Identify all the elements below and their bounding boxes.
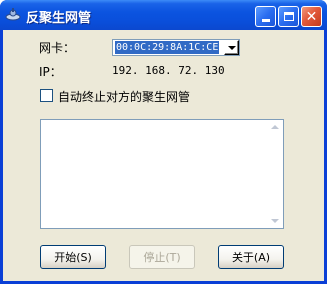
close-button[interactable]: ✕ — [301, 6, 322, 27]
nic-select[interactable]: 00:0C:29:8A:1C:CE — [112, 39, 240, 56]
ip-label: IP： — [39, 65, 62, 79]
window-title: 反聚生网管 — [26, 11, 92, 26]
log-list[interactable] — [40, 119, 284, 229]
chevron-down-icon — [227, 45, 236, 50]
network-icon — [5, 8, 21, 21]
start-button[interactable]: 开始(S) — [40, 245, 106, 269]
nic-selected-value: 00:0C:29:8A:1C:CE — [115, 41, 220, 54]
title-bar[interactable]: 反聚生网管 ✕ — [0, 0, 327, 30]
stop-button[interactable]: 停止(T) — [129, 245, 195, 269]
auto-stop-checkbox[interactable] — [40, 89, 53, 102]
nic-label: 网卡： — [39, 41, 76, 55]
close-icon: ✕ — [305, 8, 318, 25]
minimize-button[interactable] — [255, 6, 276, 27]
app-window: 反聚生网管 ✕ 网卡： 00:0C:29:8A:1C:CE IP： 192. 1… — [0, 0, 327, 284]
ip-value: 192. 168. 72. 130 — [112, 64, 225, 77]
minimize-icon — [261, 19, 270, 22]
maximize-icon — [283, 12, 294, 21]
about-button[interactable]: 关于(A) — [218, 245, 284, 269]
scroll-up-icon[interactable] — [271, 125, 279, 129]
nic-dropdown-button[interactable] — [224, 40, 239, 55]
maximize-button[interactable] — [278, 6, 299, 27]
auto-stop-label[interactable]: 自动终止对方的聚生网管 — [58, 88, 190, 105]
dialog-body: 网卡： 00:0C:29:8A:1C:CE IP： 192. 168. 72. … — [3, 30, 324, 281]
scroll-down-icon[interactable] — [271, 219, 279, 223]
